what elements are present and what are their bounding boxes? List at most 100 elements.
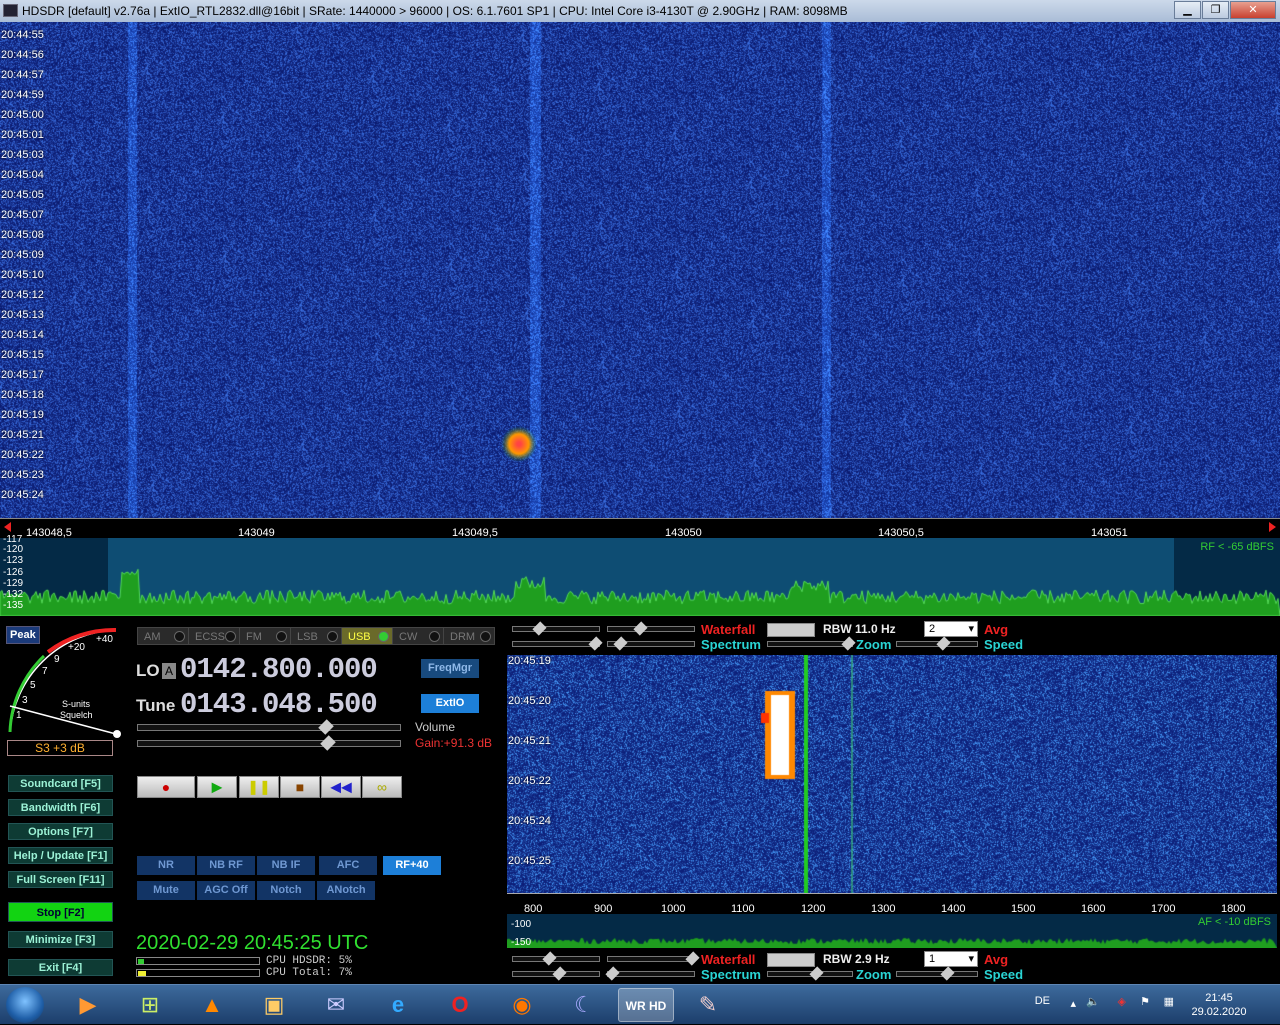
action-center-icon[interactable]: ⚑ <box>1140 995 1150 1008</box>
extio-button[interactable]: ExtIO <box>421 694 479 713</box>
paint-icon[interactable]: ✎ <box>680 988 736 1022</box>
af-rbw-spinner[interactable] <box>767 953 815 967</box>
freqmgr-button[interactable]: FreqMgr <box>421 659 479 678</box>
antivirus-tray-icon[interactable]: ◈ <box>1118 995 1126 1008</box>
rf-spectrum-slider-1[interactable] <box>512 636 603 651</box>
waterfall-timestamp: 20:45:03 <box>1 149 44 161</box>
mode-lsb-button[interactable]: LSB <box>290 627 342 645</box>
rf-rbw-spinner[interactable] <box>767 623 815 637</box>
squelch-label: Squelch <box>60 710 93 720</box>
af-spectrum-slider-2[interactable] <box>605 966 695 981</box>
rf-waterfall-slider-2[interactable] <box>607 621 695 636</box>
notch-button[interactable]: Notch <box>257 881 315 900</box>
lo-frequency[interactable]: 0142.800.000 <box>180 653 378 686</box>
rf-speed-slider[interactable] <box>896 636 978 651</box>
af-axis[interactable]: 800 900 1000 1100 1200 1300 1400 1500 16… <box>507 893 1277 915</box>
full-screen-button[interactable]: Full Screen [F11] <box>8 871 113 888</box>
af-waterfall-slider-2[interactable] <box>607 951 700 966</box>
ie-icon[interactable]: e <box>370 988 426 1022</box>
stop-playback-button[interactable]: ■ <box>280 776 320 798</box>
opera-icon[interactable]: O <box>432 988 488 1022</box>
pidgin-icon[interactable]: ✉ <box>308 988 364 1022</box>
help-update-button[interactable]: Help / Update [F1] <box>8 847 113 864</box>
af-speed-slider[interactable] <box>896 966 978 981</box>
rf40-button[interactable]: RF+40 <box>383 856 441 875</box>
scroll-right-icon[interactable] <box>1269 522 1276 532</box>
main-waterfall-canvas[interactable] <box>0 22 1280 518</box>
firefox-icon[interactable]: ◉ <box>494 988 550 1022</box>
main-waterfall[interactable]: 20:44:55 20:44:56 20:44:57 20:44:59 20:45:00… <box>0 22 1280 518</box>
scroll-left-icon[interactable] <box>4 522 11 532</box>
tray-clock[interactable]: 21:45 29.02.2020 <box>1184 991 1254 1019</box>
smeter-units-label: S-units <box>62 699 91 709</box>
af-zoom-label: Zoom <box>856 967 892 982</box>
af-waterfall[interactable]: 20:45:19 20:45:20 20:45:21 20:45:22 20:45:24… <box>507 655 1277 893</box>
rf-waterfall-slider-1[interactable] <box>512 621 600 636</box>
tray-show-hidden-icon[interactable]: ▴ <box>1070 997 1076 1010</box>
af-avg-dropdown[interactable]: 1 <box>924 951 978 967</box>
options-button[interactable]: Options [F7] <box>8 823 113 840</box>
nr-button[interactable]: NR <box>137 856 195 875</box>
nb-if-button[interactable]: NB IF <box>257 856 315 875</box>
af-waterfall-canvas[interactable] <box>507 655 1277 893</box>
mute-button[interactable]: Mute <box>137 881 195 900</box>
mode-fm-button[interactable]: FM <box>239 627 291 645</box>
afc-button[interactable]: AFC <box>319 856 377 875</box>
mode-am-button[interactable]: AM <box>137 627 189 645</box>
lo-lock-box[interactable]: A <box>162 663 176 679</box>
minimize-icon[interactable]: ▁ <box>1174 1 1201 19</box>
cpu-status: CPU HDSDR: 5% CPU Total: 7% <box>136 955 376 983</box>
rewind-button[interactable]: ◀◀ <box>321 776 361 798</box>
af-waterfall-timestamp: 20:45:21 <box>508 735 551 747</box>
frequency-axis[interactable]: 143048,5 143049 143049,5 143050 143050,5… <box>0 518 1280 539</box>
nb-rf-button[interactable]: NB RF <box>197 856 255 875</box>
start-button[interactable] <box>6 987 44 1023</box>
waterfall-timestamp: 20:45:01 <box>1 129 44 141</box>
af-waterfall-slider-1[interactable] <box>512 951 600 966</box>
mode-drm-button[interactable]: DRM <box>443 627 495 645</box>
af-spectrum-slider-1[interactable] <box>512 966 600 981</box>
volume-tray-icon[interactable]: 🔈 <box>1086 995 1100 1008</box>
bandwidth-button[interactable]: Bandwidth [F6] <box>8 799 113 816</box>
stop-button[interactable]: Stop [F2] <box>8 902 113 922</box>
agc-button[interactable]: AGC Off <box>197 881 255 900</box>
rf-spectrum-slider-2[interactable] <box>607 636 695 651</box>
play-button[interactable]: ▶ <box>197 776 237 798</box>
record-button[interactable]: ● <box>137 776 195 798</box>
af-zoom-slider[interactable] <box>767 966 853 981</box>
af-db-label: -150 <box>511 937 532 948</box>
gain-slider[interactable] <box>137 735 401 751</box>
waterfall-timestamp: 20:45:17 <box>1 369 44 381</box>
main-spectrum[interactable]: -117 -120 -123 -126 -129 -132 -135 RF < … <box>0 534 1280 616</box>
network-tool-icon[interactable]: ⊞ <box>122 988 178 1022</box>
db-label: -126 <box>3 567 24 578</box>
maximize-icon[interactable]: ❐ <box>1202 1 1229 19</box>
af-spectrum[interactable]: -100 -150 AF < -10 dBFS <box>507 914 1277 948</box>
window-title: HDSDR [default] v2.76a | ExtIO_RTL2832.d… <box>22 4 848 18</box>
rf-zoom-label: Zoom <box>856 637 892 652</box>
peak-button[interactable]: Peak <box>6 626 40 644</box>
network-tray-icon[interactable]: ▦ <box>1164 995 1174 1008</box>
rf-avg-dropdown[interactable]: 2 <box>924 621 978 637</box>
mode-ecss-button[interactable]: ECSS <box>188 627 240 645</box>
tune-frequency[interactable]: 0143.048.500 <box>180 688 378 721</box>
hdsdr-icon[interactable]: WR HD <box>618 988 674 1022</box>
anotch-button[interactable]: ANotch <box>317 881 375 900</box>
mode-cw-button[interactable]: CW <box>392 627 444 645</box>
language-indicator[interactable]: DE <box>1035 995 1050 1007</box>
vlc-icon[interactable]: ▲ <box>184 988 240 1022</box>
exit-button[interactable]: Exit [F4] <box>8 959 113 976</box>
loop-button[interactable]: ∞ <box>362 776 402 798</box>
smeter-scale: 9 <box>54 654 60 665</box>
mode-usb-button[interactable]: USB <box>341 627 393 645</box>
explorer-icon[interactable]: ▣ <box>246 988 302 1022</box>
stellarium-icon[interactable]: ☾ <box>556 988 612 1022</box>
close-icon[interactable]: ✕ <box>1230 1 1276 19</box>
pause-button[interactable]: ❚❚ <box>239 776 279 798</box>
media-player-icon[interactable]: ▶ <box>60 988 116 1022</box>
soundcard-button[interactable]: Soundcard [F5] <box>8 775 113 792</box>
volume-slider[interactable] <box>137 719 401 735</box>
smeter-scale: 1 <box>16 710 22 721</box>
rf-zoom-slider[interactable] <box>767 636 856 651</box>
minimize-button[interactable]: Minimize [F3] <box>8 931 113 948</box>
